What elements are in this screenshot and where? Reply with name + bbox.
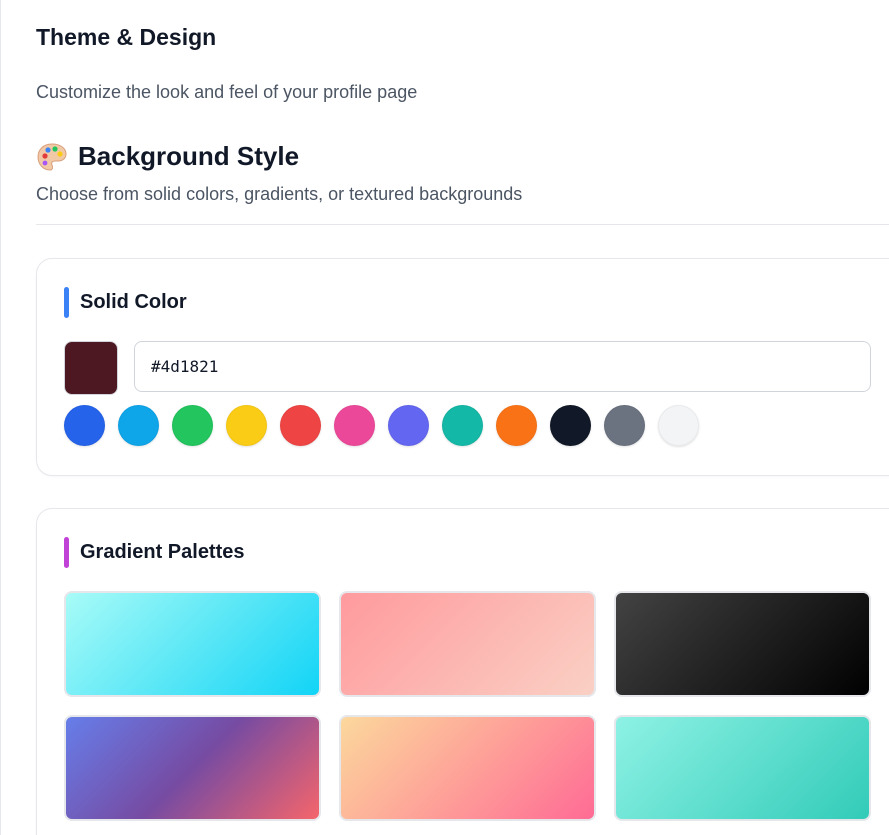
divider <box>36 224 889 225</box>
theme-design-panel: Theme & Design Customize the look and fe… <box>0 0 889 835</box>
gradient-option[interactable] <box>339 715 596 821</box>
color-swatch[interactable] <box>280 405 321 446</box>
color-swatch[interactable] <box>658 405 699 446</box>
background-style-header: Background Style <box>36 141 299 172</box>
color-swatch[interactable] <box>388 405 429 446</box>
page-title: Theme & Design <box>36 24 217 50</box>
gradient-grid <box>64 591 871 821</box>
color-swatch[interactable] <box>172 405 213 446</box>
solid-color-card: Solid Color <box>36 258 889 476</box>
color-swatch[interactable] <box>550 405 591 446</box>
gradient-option[interactable] <box>64 715 321 821</box>
card-title: Solid Color <box>80 291 187 313</box>
gradient-option[interactable] <box>614 715 871 821</box>
color-swatch[interactable] <box>118 405 159 446</box>
color-preview-picker[interactable] <box>64 341 118 395</box>
section-description: Choose from solid colors, gradients, or … <box>36 184 523 204</box>
color-swatch[interactable] <box>226 405 267 446</box>
accent-bar <box>64 287 69 318</box>
color-swatch[interactable] <box>496 405 537 446</box>
page-subtitle: Customize the look and feel of your prof… <box>36 82 418 102</box>
gradient-option[interactable] <box>614 591 871 697</box>
color-swatch[interactable] <box>334 405 375 446</box>
color-swatches <box>64 405 699 446</box>
gradient-palettes-card: Gradient Palettes <box>36 508 889 835</box>
color-swatch[interactable] <box>442 405 483 446</box>
section-title: Background Style <box>78 141 300 171</box>
color-swatch[interactable] <box>64 405 105 446</box>
palette-icon <box>37 142 67 171</box>
hex-color-input[interactable] <box>134 341 871 392</box>
solid-color-header: Solid Color <box>64 287 187 318</box>
gradient-option[interactable] <box>64 591 321 697</box>
gradient-option[interactable] <box>339 591 596 697</box>
color-swatch[interactable] <box>604 405 645 446</box>
gradient-palettes-header: Gradient Palettes <box>64 537 245 568</box>
accent-bar <box>64 537 69 568</box>
card-title: Gradient Palettes <box>80 541 245 563</box>
